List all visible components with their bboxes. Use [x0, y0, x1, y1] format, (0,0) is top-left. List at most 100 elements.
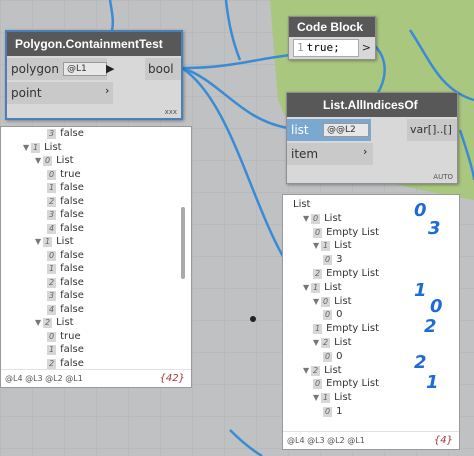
item-index: 0	[313, 227, 323, 238]
lacing-selector[interactable]: @L1	[63, 62, 107, 76]
annotation-mark: 2	[424, 316, 437, 337]
item-index: 2	[321, 338, 331, 348]
annotation-mark: 0	[414, 200, 427, 221]
item-value: false	[60, 357, 84, 369]
item-value: List	[293, 199, 311, 210]
item-value: Empty List	[326, 268, 379, 279]
chevron-right-icon[interactable]: ›	[363, 145, 367, 158]
lacing-selector[interactable]: @@L2	[323, 123, 369, 137]
item-index: 0	[321, 296, 331, 307]
tree-row: ▼ 1 List	[303, 282, 342, 293]
item-index: 2	[47, 358, 57, 369]
code-editor[interactable]: 1 true;	[293, 39, 359, 57]
item-value: false	[60, 344, 84, 355]
item-index: 1	[313, 324, 323, 335]
tree-row: ▼ 2 List	[35, 317, 74, 328]
item-index: 3	[47, 129, 57, 139]
item-index: 0	[323, 351, 333, 362]
tree-row: ▼ 2 List	[303, 365, 342, 376]
tree-row: 4 false	[47, 223, 84, 234]
node-title: Code Block	[289, 17, 375, 37]
tree-row: 2 Empty List	[313, 268, 379, 279]
expand-arrow-icon[interactable]: ▼	[313, 392, 321, 403]
tree-row: 2 false	[47, 196, 84, 207]
tree-row: ▼ 1 List	[35, 236, 74, 247]
expand-arrow-icon[interactable]: ▼	[313, 337, 321, 348]
item-index: 0	[323, 407, 333, 417]
scrollbar[interactable]	[181, 207, 185, 279]
item-value: false	[60, 290, 84, 301]
item-value: List	[324, 364, 342, 376]
tree-row: List	[293, 199, 310, 210]
item-value: false	[60, 303, 84, 315]
item-value: 1	[336, 406, 343, 417]
expand-arrow-icon[interactable]: ▼	[313, 240, 321, 251]
item-value: List	[334, 337, 352, 348]
item-value: 3	[336, 254, 343, 266]
item-value: Empty List	[326, 226, 379, 238]
tree-row: ▼ 1 List	[313, 240, 352, 252]
port-label: var[]..[]	[410, 123, 452, 136]
containment-test-node[interactable]: Polygon.ContainmentTest polygon @L1 ▶ po…	[5, 30, 183, 120]
item-value: false	[60, 222, 84, 234]
containment-preview[interactable]: 3 false ▼ 1 List ▼ 0 List 0 true 1 false 2 false 3 fals…	[0, 126, 192, 388]
item-value: 0	[336, 350, 343, 362]
item-index: 1	[321, 393, 331, 404]
annotation-mark: 1	[426, 372, 439, 393]
item-index: 1	[43, 237, 53, 247]
expand-arrow-icon[interactable]: ▼	[303, 365, 311, 376]
tree-row: 01	[323, 406, 342, 417]
port-label: list	[291, 123, 309, 137]
item-index: 2	[313, 269, 323, 279]
item-index: 3	[47, 210, 57, 220]
annotation-mark: 3	[428, 218, 441, 239]
expand-arrow-icon[interactable]: ▼	[35, 317, 43, 328]
tree-row: 0 false	[47, 250, 84, 261]
output-port-var[interactable]: var[]..[]	[407, 119, 457, 141]
preview-levels: @L4 @L3 @L2 @L1	[283, 431, 459, 449]
item-index: 1	[47, 264, 57, 274]
port-label: polygon	[11, 62, 59, 76]
annotation-mark: 0	[430, 296, 443, 317]
expand-arrow-icon[interactable]: ▼	[35, 155, 43, 166]
item-value: false	[60, 195, 84, 207]
chevron-right-icon[interactable]: ▶	[106, 62, 114, 75]
tree-row: ▼ 0 List	[303, 213, 342, 224]
expand-arrow-icon[interactable]: ▼	[23, 142, 31, 153]
expand-arrow-icon[interactable]: ▼	[303, 213, 311, 224]
item-index: 4	[47, 304, 57, 315]
item-index: 0	[47, 169, 57, 180]
output-port-bool[interactable]: bool	[145, 58, 181, 80]
node-title: Polygon.ContainmentTest	[7, 32, 181, 56]
tree-row: 0 Empty List	[313, 378, 379, 390]
input-port-point[interactable]: point	[7, 82, 113, 104]
code-block-node[interactable]: Code Block 1 true; >	[288, 16, 376, 60]
item-value: List	[324, 212, 342, 224]
item-value: false	[60, 249, 84, 261]
item-index: 1	[321, 241, 331, 252]
tree-row: 00	[323, 351, 342, 362]
item-value: List	[324, 281, 342, 293]
expand-arrow-icon[interactable]: ▼	[303, 282, 311, 293]
output-port[interactable]: >	[362, 41, 371, 54]
item-value: Empty List	[326, 323, 379, 335]
port-label: bool	[148, 62, 174, 76]
preview-count: {4}	[433, 435, 453, 446]
input-port-item[interactable]: item	[287, 143, 373, 165]
tree-row: 3 false	[47, 209, 84, 220]
expand-arrow-icon[interactable]: ▼	[35, 236, 43, 247]
annotation-mark: 2	[414, 352, 427, 373]
item-value: false	[60, 263, 84, 274]
chevron-right-icon[interactable]: ›	[105, 84, 109, 97]
item-value: List	[334, 392, 352, 404]
item-value: false	[60, 128, 84, 139]
expand-arrow-icon[interactable]: ▼	[313, 296, 321, 307]
item-value: List	[334, 295, 352, 307]
item-index: 0	[43, 156, 53, 166]
tree-row: ▼ 0 List	[313, 296, 352, 307]
tree-row: 3 false	[47, 128, 84, 139]
tree-row: ▼ 2 List	[313, 337, 352, 348]
all-indices-of-node[interactable]: List.AllIndicesOf list @@L2 item › var[]…	[286, 92, 458, 184]
line-number: 1	[297, 41, 304, 54]
item-value: false	[60, 276, 84, 288]
